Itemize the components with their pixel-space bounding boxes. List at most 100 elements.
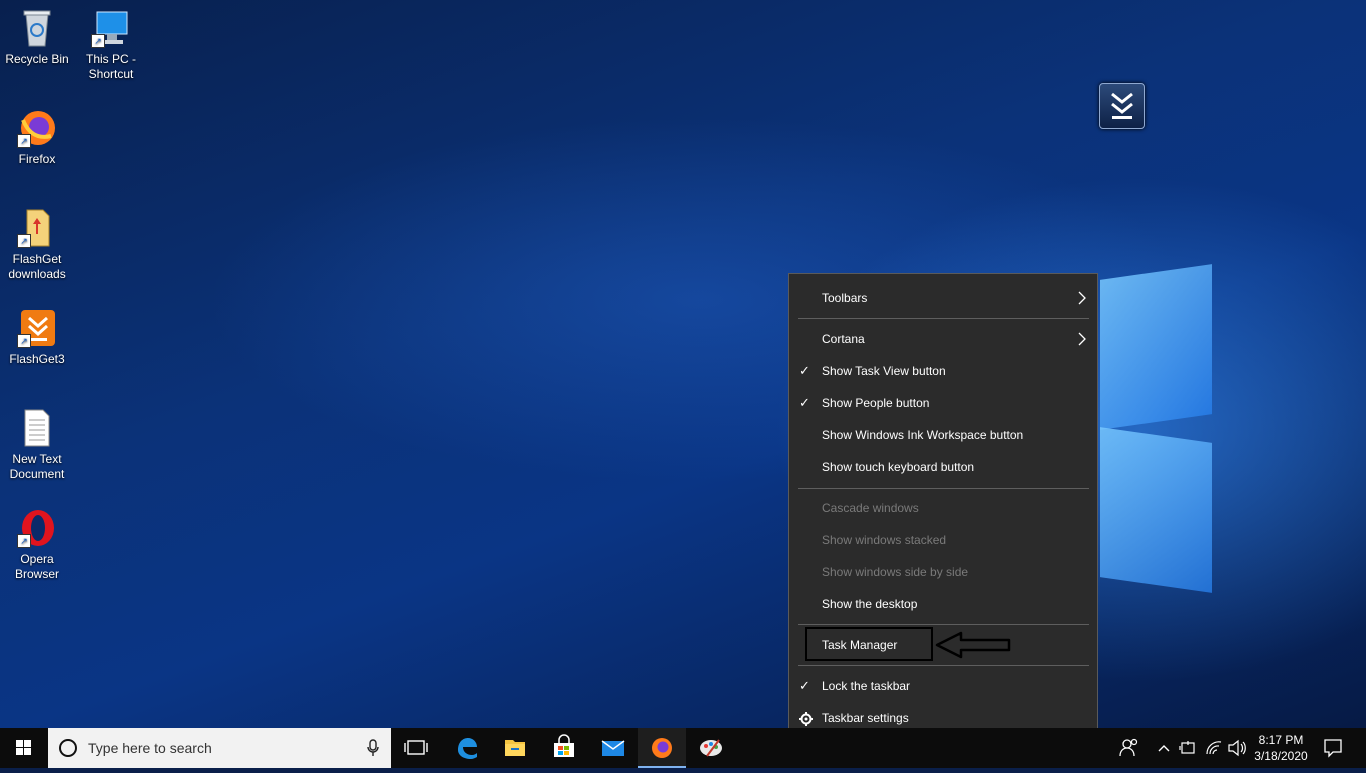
- menu-item-cortana[interactable]: Cortana: [789, 323, 1097, 355]
- folder-icon: [505, 740, 525, 756]
- people-button[interactable]: [1112, 728, 1148, 768]
- taskbar: Type here to search 8:17 PM 3/18/2020: [0, 728, 1366, 768]
- action-center-button[interactable]: [1316, 728, 1350, 768]
- icon-label: Opera: [20, 552, 54, 566]
- flashget-drop-zone[interactable]: [1099, 83, 1145, 129]
- cortana-circle-icon: [59, 739, 77, 757]
- show-hidden-icons-button[interactable]: [1154, 728, 1174, 768]
- taskbar-edge-button[interactable]: [443, 728, 491, 768]
- wifi-icon: [1206, 741, 1222, 755]
- icon-label-line2: downloads: [8, 267, 66, 281]
- recycle-bin-icon: [17, 8, 57, 48]
- annotation-arrow-icon: [935, 631, 1011, 659]
- menu-item-label: Show Windows Ink Workspace button: [822, 428, 1024, 442]
- power-status-button[interactable]: [1178, 728, 1200, 768]
- menu-item-label: Lock the taskbar: [822, 679, 911, 693]
- windows-logo-icon: [16, 740, 31, 755]
- icon-label-line2: Browser: [14, 567, 59, 581]
- icon-label: Firefox: [18, 152, 56, 166]
- windows-logo-pane-upper: [1100, 264, 1212, 430]
- desktop-icon-flashget3[interactable]: ↗ FlashGet3: [0, 308, 74, 367]
- notification-icon: [1324, 739, 1342, 758]
- opera-icon: ↗: [17, 508, 57, 548]
- taskbar-context-menu: Toolbars Cortana ✓ Show Task View button…: [788, 273, 1098, 742]
- clock-date: 3/18/2020: [1254, 749, 1308, 763]
- chevron-right-icon: [1077, 282, 1087, 326]
- speaker-icon: [1228, 739, 1246, 757]
- menu-item-label: Cortana: [822, 332, 865, 346]
- edge-icon: [458, 738, 477, 759]
- firefox-icon: ↗: [17, 108, 57, 148]
- chevron-up-icon: [1158, 745, 1170, 752]
- store-bag-icon: [554, 734, 574, 757]
- menu-item-show-windows-side-by-side: Show windows side by side: [789, 556, 1097, 588]
- desktop-icon-this-pc[interactable]: ↗ This PC - Shortcut: [74, 8, 148, 82]
- search-box[interactable]: Type here to search: [48, 728, 391, 768]
- search-placeholder: Type here to search: [88, 740, 212, 756]
- annotation-highlight-box: [805, 627, 933, 661]
- desktop-icon-opera[interactable]: ↗ Opera Browser: [0, 508, 74, 582]
- menu-item-cascade-windows: Cascade windows: [789, 492, 1097, 524]
- menu-item-show-people-button[interactable]: ✓ Show People button: [789, 387, 1097, 419]
- text-document-icon: [17, 408, 57, 448]
- download-arrows-icon: [1111, 92, 1133, 119]
- desktop-icon-firefox[interactable]: ↗ Firefox: [0, 108, 74, 167]
- menu-item-show-the-desktop[interactable]: Show the desktop: [789, 588, 1097, 620]
- menu-item-lock-the-taskbar[interactable]: ✓ Lock the taskbar: [789, 670, 1097, 702]
- shortcut-arrow-icon: ↗: [91, 34, 105, 48]
- firefox-icon: [652, 738, 672, 758]
- people-icon: [1119, 738, 1138, 757]
- network-button[interactable]: [1203, 728, 1225, 768]
- taskbar-store-button[interactable]: [540, 728, 588, 768]
- icon-label: New Text: [12, 452, 62, 466]
- clock[interactable]: 8:17 PM 3/18/2020: [1250, 728, 1312, 768]
- shortcut-arrow-icon: ↗: [17, 534, 31, 548]
- shortcut-arrow-icon: ↗: [17, 234, 31, 248]
- battery-plug-icon: [1179, 741, 1195, 754]
- microphone-icon[interactable]: [367, 739, 379, 757]
- computer-icon: ↗: [91, 8, 131, 48]
- menu-item-label: Show the desktop: [822, 597, 918, 611]
- menu-item-show-windows-ink-workspace-button[interactable]: Show Windows Ink Workspace button: [789, 419, 1097, 451]
- volume-button[interactable]: [1226, 728, 1248, 768]
- menu-separator: [798, 624, 1089, 625]
- menu-item-label: Cascade windows: [822, 501, 919, 515]
- clock-time: 8:17 PM: [1258, 733, 1304, 747]
- paint-palette-icon: [700, 739, 722, 757]
- mail-icon: [601, 740, 625, 756]
- menu-item-label: Show People button: [822, 396, 930, 410]
- taskbar-paint-button[interactable]: [687, 728, 735, 768]
- taskbar-file-explorer-button[interactable]: [491, 728, 539, 768]
- checkmark-icon: ✓: [799, 395, 810, 410]
- folder-icon: ↗: [17, 208, 57, 248]
- menu-item-show-task-view-button[interactable]: ✓ Show Task View button: [789, 355, 1097, 387]
- menu-item-toolbars[interactable]: Toolbars: [789, 282, 1097, 314]
- menu-separator: [798, 318, 1089, 319]
- menu-separator: [798, 488, 1089, 489]
- task-view-button[interactable]: [392, 728, 440, 768]
- icon-label: This PC -: [85, 52, 136, 66]
- checkmark-icon: ✓: [799, 678, 810, 693]
- task-view-icon: [404, 740, 428, 755]
- desktop-icon-recycle-bin[interactable]: Recycle Bin: [0, 8, 74, 67]
- shortcut-arrow-icon: ↗: [17, 134, 31, 148]
- shortcut-arrow-icon: ↗: [17, 334, 31, 348]
- icon-label: FlashGet: [12, 252, 62, 266]
- taskbar-mail-button[interactable]: [589, 728, 637, 768]
- menu-item-show-touch-keyboard-button[interactable]: Show touch keyboard button: [789, 451, 1097, 483]
- desktop-icon-new-text-document[interactable]: New Text Document: [0, 408, 74, 482]
- desktop-icon-flashget-downloads[interactable]: ↗ FlashGet downloads: [0, 208, 74, 282]
- menu-item-label: Show Task View button: [822, 364, 946, 378]
- menu-item-label: Show touch keyboard button: [822, 460, 975, 474]
- menu-separator: [798, 665, 1089, 666]
- menu-item-label: Show windows stacked: [822, 533, 947, 547]
- menu-item-show-windows-stacked: Show windows stacked: [789, 524, 1097, 556]
- flashget-icon: ↗: [17, 308, 57, 348]
- start-button[interactable]: [0, 728, 48, 768]
- icon-label: FlashGet3: [9, 352, 65, 366]
- desktop: Recycle Bin ↗ This PC - Shortcut ↗ Firef…: [0, 0, 1366, 728]
- menu-item-label: Show windows side by side: [822, 565, 969, 579]
- taskbar-firefox-button[interactable]: [638, 728, 686, 768]
- checkmark-icon: ✓: [799, 363, 810, 378]
- icon-label: Recycle Bin: [5, 52, 69, 66]
